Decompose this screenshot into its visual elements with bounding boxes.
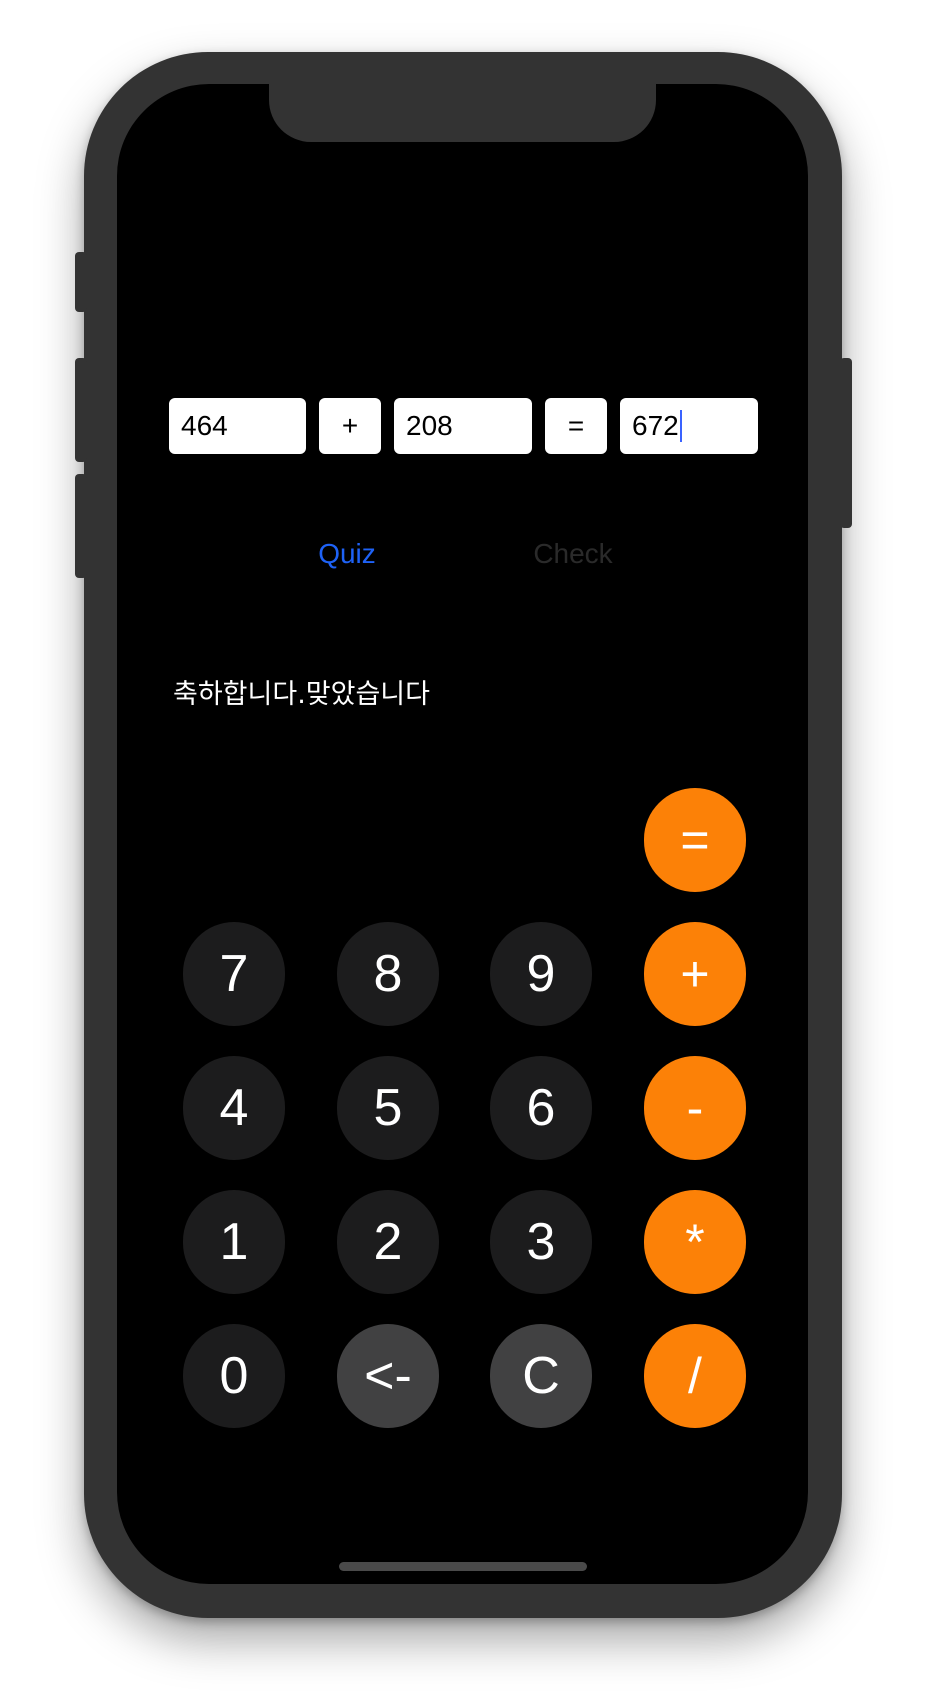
- key-7[interactable]: 7: [183, 922, 285, 1026]
- text-cursor: [679, 409, 682, 442]
- volume-up-button: [75, 358, 87, 462]
- key-5[interactable]: 5: [337, 1056, 439, 1160]
- divide-key[interactable]: /: [644, 1324, 746, 1428]
- backspace-key[interactable]: <-: [337, 1324, 439, 1428]
- clear-key[interactable]: C: [490, 1324, 592, 1428]
- volume-down-button: [75, 474, 87, 578]
- key-6[interactable]: 6: [490, 1056, 592, 1160]
- answer-value: 672: [632, 410, 679, 441]
- operator-value: +: [341, 410, 359, 441]
- operator-field[interactable]: +: [319, 398, 381, 454]
- operand1-value: 464: [181, 410, 228, 441]
- app-screen: 464 + 208 = 672 Quiz Check 축하합니다.맞았습니다 =…: [117, 84, 808, 1584]
- equals-key[interactable]: =: [644, 788, 746, 892]
- silent-switch: [75, 252, 87, 312]
- equals-value: =: [567, 410, 585, 441]
- plus-key[interactable]: +: [644, 922, 746, 1026]
- home-indicator[interactable]: [339, 1562, 587, 1571]
- operand2-value: 208: [406, 410, 453, 441]
- multiply-key[interactable]: *: [644, 1190, 746, 1294]
- key-8[interactable]: 8: [337, 922, 439, 1026]
- minus-key[interactable]: -: [644, 1056, 746, 1160]
- key-9[interactable]: 9: [490, 922, 592, 1026]
- notch: [269, 84, 656, 142]
- quiz-button[interactable]: Quiz: [287, 534, 407, 574]
- check-button[interactable]: Check: [503, 534, 643, 574]
- equals-label: =: [545, 398, 607, 454]
- key-2[interactable]: 2: [337, 1190, 439, 1294]
- answer-field[interactable]: 672: [620, 398, 758, 454]
- power-button: [840, 358, 852, 528]
- operand2-field[interactable]: 208: [394, 398, 532, 454]
- operand1-field[interactable]: 464: [169, 398, 306, 454]
- key-4[interactable]: 4: [183, 1056, 285, 1160]
- key-1[interactable]: 1: [183, 1190, 285, 1294]
- result-message: 축하합니다.맞았습니다: [173, 679, 430, 710]
- key-0[interactable]: 0: [183, 1324, 285, 1428]
- key-3[interactable]: 3: [490, 1190, 592, 1294]
